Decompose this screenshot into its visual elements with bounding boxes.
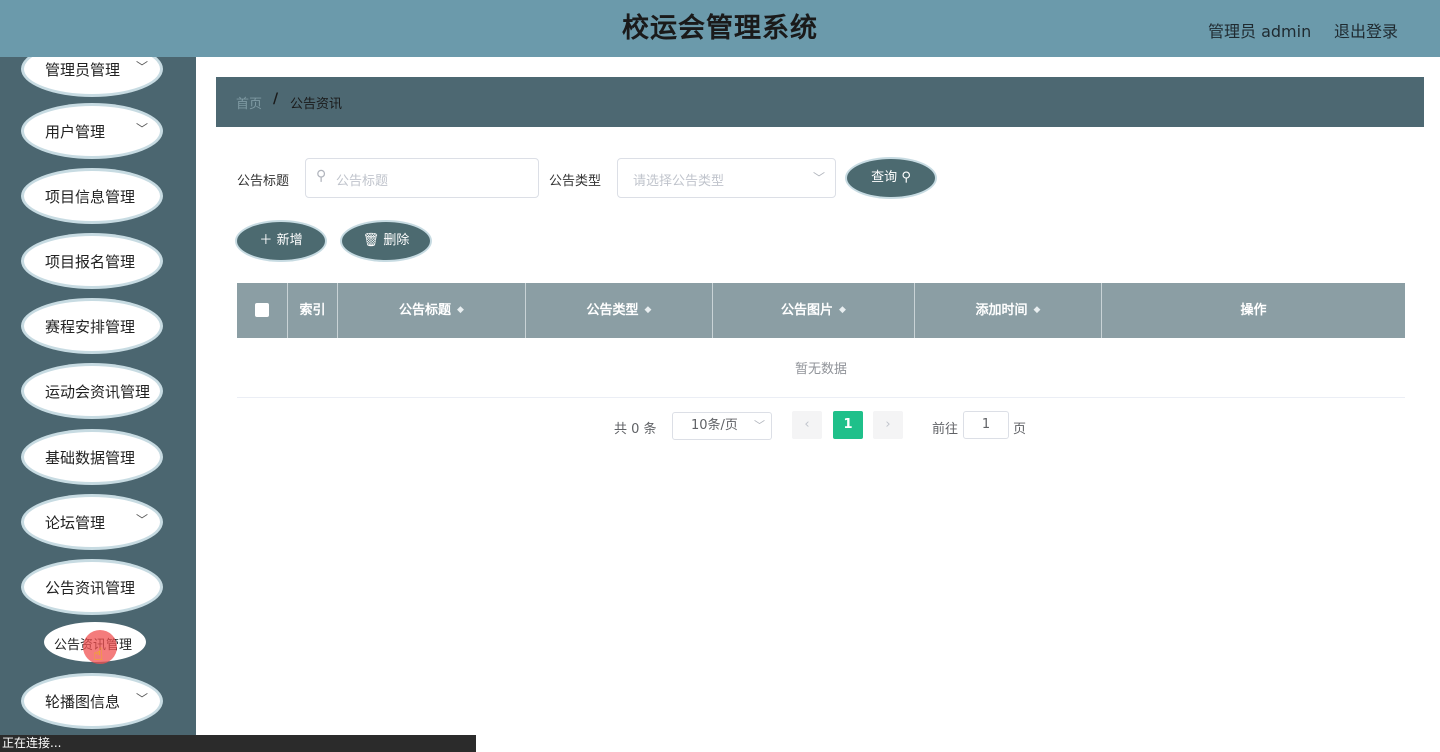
sidebar-item-forum[interactable]: 论坛管理 ﹀ xyxy=(24,497,160,547)
chevron-down-icon: ﹀ xyxy=(754,419,765,432)
sidebar-item-label: 运动会资讯管理 xyxy=(45,383,151,401)
pagination-total: 共 0 条 xyxy=(614,422,657,437)
add-button[interactable]: ＋ 新增 xyxy=(237,222,325,260)
search-icon: ⚲ xyxy=(901,170,911,185)
sidebar-item-announcements[interactable]: 公告资讯管理 xyxy=(24,562,160,612)
delete-button-label: 删除 xyxy=(383,233,410,248)
query-button[interactable]: 查询 ⚲ xyxy=(847,159,935,197)
chevron-down-icon: ﹀ xyxy=(136,122,149,136)
sidebar-item-label: 管理员管理 xyxy=(45,61,121,79)
sidebar-item-label: 项目信息管理 xyxy=(45,188,136,206)
column-header-sortable[interactable]: 公告图片 ◆ xyxy=(713,283,915,338)
goto-unit-label: 页 xyxy=(1013,422,1027,437)
sidebar-item-project-info[interactable]: 项目信息管理 xyxy=(24,171,160,221)
sidebar-item-label: 项目报名管理 xyxy=(45,253,136,271)
plus-icon: ＋ xyxy=(259,233,273,248)
type-select-placeholder: 请选择公告类型 xyxy=(633,174,725,189)
select-all-checkbox[interactable] xyxy=(237,283,288,338)
column-header: 索引 xyxy=(288,283,338,338)
chevron-left-icon: ‹ xyxy=(804,417,810,432)
next-page-button[interactable]: › xyxy=(873,411,903,439)
sidebar-item-carousel[interactable]: 轮播图信息 ﹀ xyxy=(24,676,160,726)
sort-icon: ◆ xyxy=(457,305,464,315)
chevron-down-icon: ﹀ xyxy=(136,60,149,74)
sidebar-item-admin[interactable]: 管理员管理 ﹀ xyxy=(24,57,160,94)
column-header-sortable[interactable]: 公告标题 ◆ xyxy=(338,283,526,338)
sort-icon: ◆ xyxy=(839,305,846,315)
sidebar-item-label: 论坛管理 xyxy=(45,514,106,532)
page-size-value: 10条/页 xyxy=(691,418,738,433)
sort-icon: ◆ xyxy=(1033,305,1041,315)
page-number-current[interactable]: 1 xyxy=(833,411,863,439)
sidebar-item-schedule[interactable]: 赛程安排管理 xyxy=(24,301,160,351)
prev-page-button[interactable]: ‹ xyxy=(792,411,822,439)
chevron-down-icon: ﹀ xyxy=(136,692,149,706)
sidebar-item-base-data[interactable]: 基础数据管理 xyxy=(24,432,160,482)
sidebar-item-label: 基础数据管理 xyxy=(45,449,136,467)
sidebar-item-label: 用户管理 xyxy=(45,123,106,141)
hand-cursor-icon: ☝ xyxy=(93,645,104,665)
goto-label: 前往 xyxy=(932,422,959,437)
title-search-input[interactable]: ⚲ 公告标题 xyxy=(305,158,539,198)
title-filter-label: 公告标题 xyxy=(237,174,290,189)
breadcrumb-separator: / xyxy=(273,91,279,107)
sidebar-item-sports-news[interactable]: 运动会资讯管理 xyxy=(24,366,160,416)
sidebar-item-label: 公告资讯管理 xyxy=(45,579,136,597)
chevron-right-icon: › xyxy=(885,417,891,432)
empty-state-text: 暂无数据 xyxy=(794,362,847,377)
sort-icon: ◆ xyxy=(644,305,652,315)
breadcrumb-home[interactable]: 首页 xyxy=(236,93,262,112)
column-header: 操作 xyxy=(1240,303,1267,318)
sidebar-item-label: 轮播图信息 xyxy=(45,693,121,711)
page-size-select[interactable]: 10条/页 ﹀ xyxy=(672,412,772,440)
column-header-sortable[interactable]: 公告类型 ◆ xyxy=(526,283,713,338)
search-icon: ⚲ xyxy=(316,168,327,184)
breadcrumb-current: 公告资讯 xyxy=(290,97,343,112)
current-user-label: 管理员 admin xyxy=(1208,22,1312,41)
query-button-label: 查询 xyxy=(871,170,898,185)
sidebar: 管理员管理 ﹀ 用户管理 ﹀ 项目信息管理 项目报名管理 赛程安排管理 运动会资… xyxy=(0,57,196,752)
sidebar-item-project-signup[interactable]: 项目报名管理 xyxy=(24,236,160,286)
table-body: 暂无数据 xyxy=(237,338,1405,398)
breadcrumb: 首页 / 公告资讯 xyxy=(216,77,1424,127)
goto-page-input[interactable]: 1 xyxy=(963,411,1009,439)
add-button-label: 新增 xyxy=(276,233,303,248)
table-header: 索引 公告标题 ◆ 公告类型 ◆ 公告图片 ◆ 添加时间 ◆ 操作 xyxy=(237,283,1405,338)
trash-icon: 🗑 xyxy=(362,233,380,248)
title-search-placeholder: 公告标题 xyxy=(336,174,389,189)
sidebar-item-users[interactable]: 用户管理 ﹀ xyxy=(24,106,160,156)
browser-status-bar: 正在连接... xyxy=(0,735,476,752)
type-select[interactable]: 请选择公告类型 ﹀ xyxy=(617,158,836,198)
chevron-down-icon: ﹀ xyxy=(136,513,149,527)
delete-button[interactable]: 🗑 删除 xyxy=(342,222,430,260)
sidebar-item-label: 赛程安排管理 xyxy=(45,318,136,336)
logout-link[interactable]: 退出登录 xyxy=(1334,18,1398,42)
type-filter-label: 公告类型 xyxy=(549,174,602,189)
top-header: 校运会管理系统 管理员 admin 退出登录 xyxy=(0,0,1440,57)
chevron-down-icon: ﹀ xyxy=(812,171,825,185)
column-header-sortable[interactable]: 添加时间 ◆ xyxy=(915,283,1102,338)
